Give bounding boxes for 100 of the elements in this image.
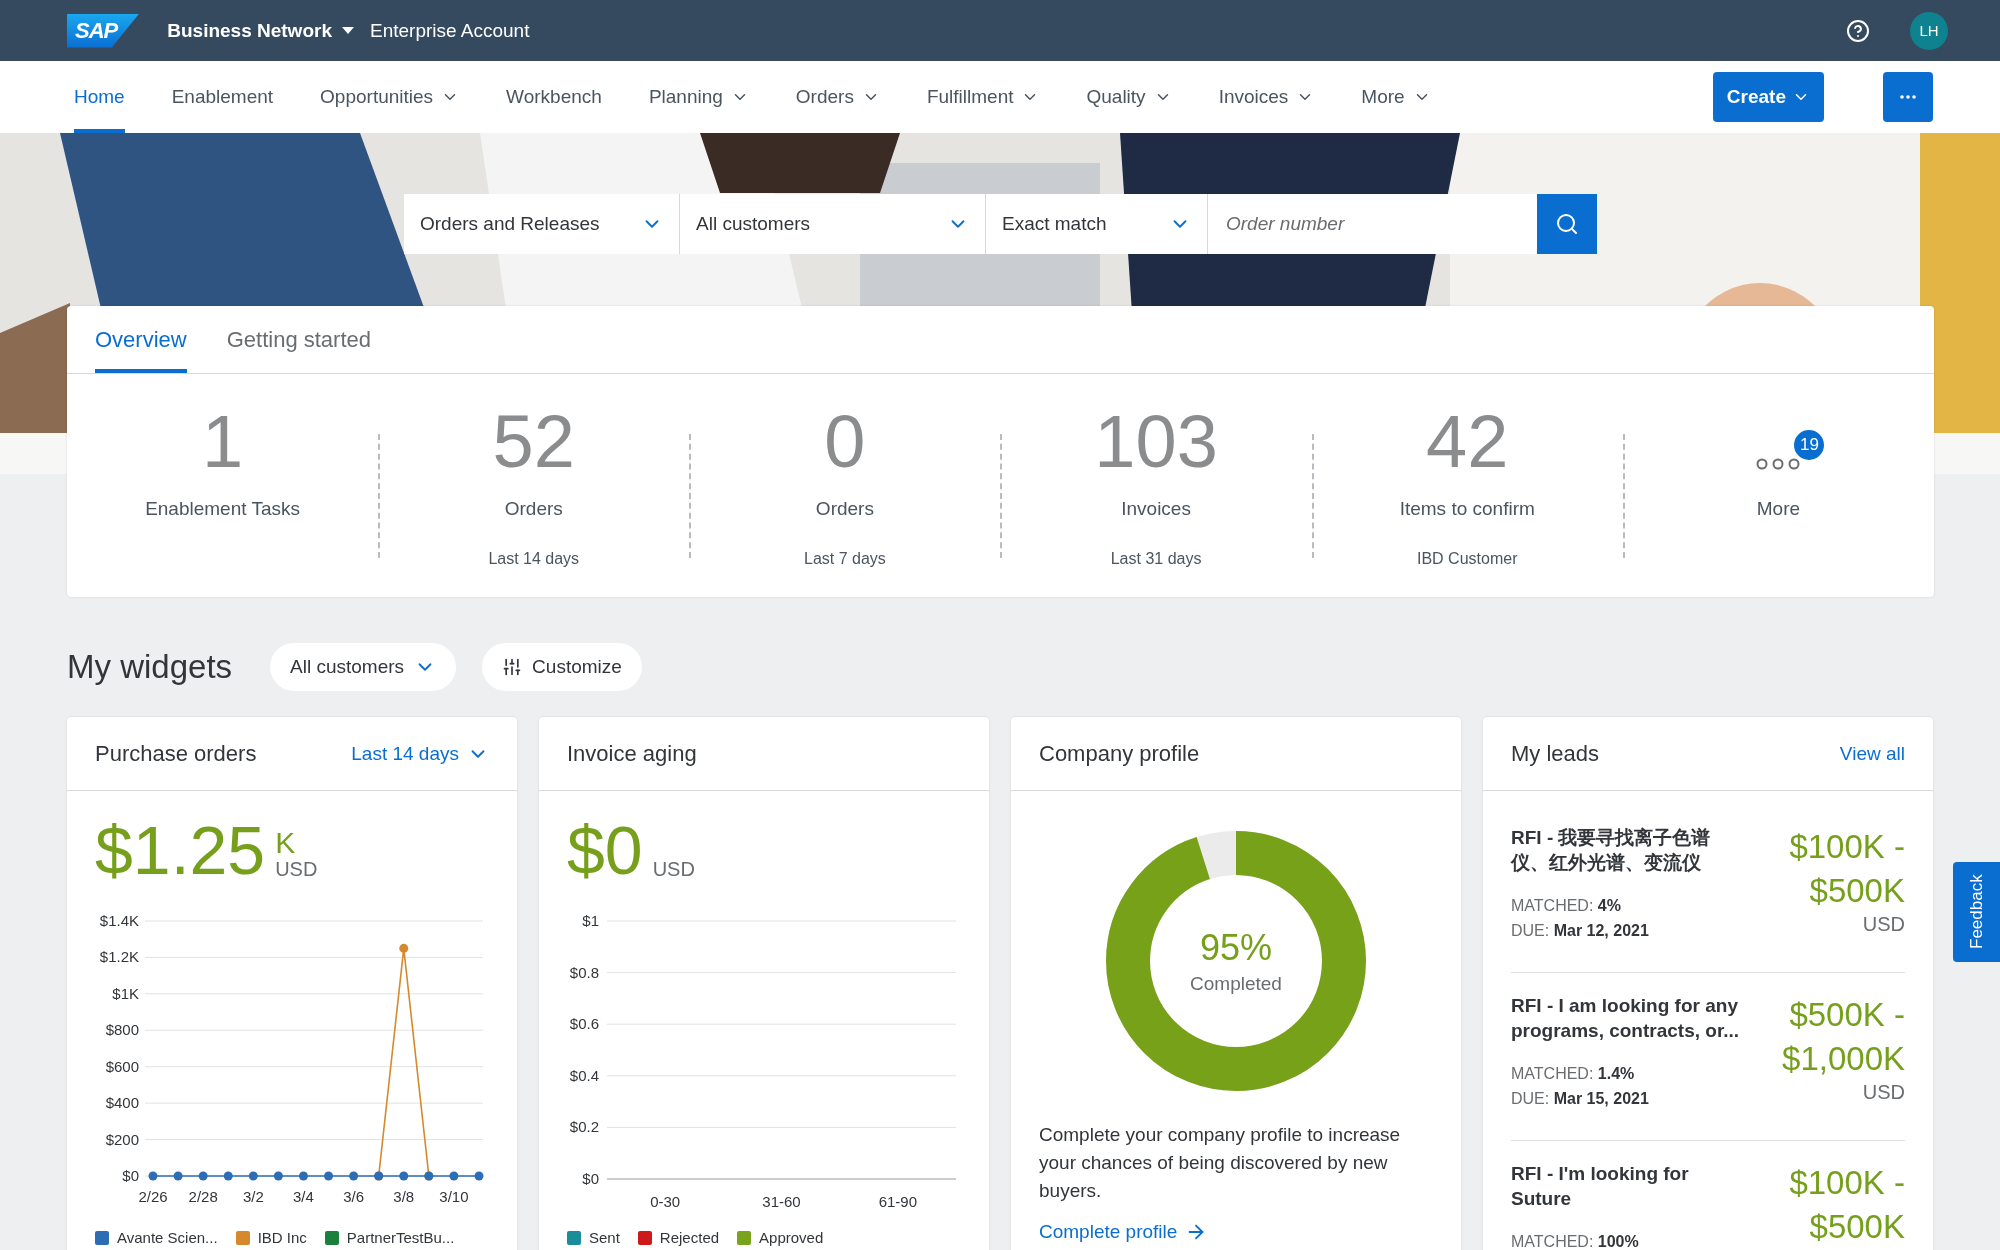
nav-tab[interactable]: Enablement [171, 61, 274, 133]
card-title: Company profile [1039, 740, 1200, 767]
customize-button[interactable]: Customize [482, 643, 642, 691]
total-amount: $1.25 [95, 815, 266, 885]
tile-label: Enablement Tasks [145, 498, 301, 520]
lead-value-range: $500K - $1,000K [1781, 995, 1905, 1079]
order-number-field[interactable]: Order number [1208, 194, 1537, 254]
data-point [173, 1171, 183, 1181]
lead-matched: MATCHED: 1.4% [1511, 1064, 1636, 1084]
search-icon [1555, 212, 1579, 236]
axis-label: $1.4K [99, 912, 139, 929]
completion-label: Completed [1190, 973, 1282, 995]
axis-label: $0.6 [569, 1015, 599, 1033]
lead-value-range: $100K - $500K [1788, 827, 1905, 911]
nav-tab[interactable]: More [1361, 61, 1431, 133]
search-button[interactable] [1537, 194, 1597, 254]
axis-label: $400 [105, 1094, 139, 1112]
user-avatar[interactable]: LH [1910, 11, 1948, 50]
axis-label: $0 [582, 1170, 599, 1187]
create-button[interactable]: Create [1712, 72, 1824, 122]
data-point [198, 1171, 208, 1181]
tile-label: Items to confirm [1399, 498, 1535, 520]
axis-label: 31-60 [762, 1193, 801, 1210]
period-dropdown[interactable]: Last 14 days [351, 742, 489, 765]
view-all-link[interactable]: View all [1839, 742, 1905, 765]
data-point [449, 1171, 459, 1181]
overview-tab[interactable]: Getting started [226, 306, 371, 373]
lead-title[interactable]: RFI - I am looking for any programs, contracts, or... [1511, 993, 1746, 1043]
feedback-tab[interactable]: Feedback [1953, 862, 2000, 962]
currency: USD [652, 858, 695, 881]
axis-label: 3/10 [439, 1188, 469, 1205]
tile-label: Invoices [1121, 498, 1191, 520]
profile-description: Complete your company profile to increase your chances of being discovered by new buyers. [1039, 1123, 1402, 1203]
axis-label: 61-90 [878, 1193, 917, 1210]
axis-label: 3/2 [242, 1188, 264, 1205]
data-point [148, 1171, 158, 1181]
complete-profile-link[interactable]: Complete profile [1039, 1221, 1433, 1243]
card-title: My leads [1511, 740, 1600, 767]
axis-label: $0 [122, 1167, 139, 1184]
data-point [399, 1171, 409, 1181]
scope-dropdown[interactable]: Orders and Releases [404, 194, 680, 254]
axis-label: $600 [105, 1057, 139, 1075]
data-point [324, 1171, 334, 1181]
legend-item: Avante Scien... [95, 1229, 218, 1246]
lead-value-range: $100K - $500K [1788, 1163, 1905, 1247]
legend-item: Approved [737, 1229, 824, 1246]
completion-percent: 95% [1199, 927, 1273, 969]
lead-due: DUE: Mar 15, 2021 [1511, 1089, 1650, 1109]
more-dots-icon[interactable] [1756, 458, 1801, 470]
lead-due: DUE: Mar 12, 2021 [1511, 921, 1650, 941]
currency: USD [275, 858, 318, 881]
axis-label: $0.2 [569, 1118, 599, 1136]
tile-label: More [1756, 498, 1801, 520]
nav-tab[interactable]: Planning [648, 61, 749, 133]
match-dropdown[interactable]: Exact match [986, 194, 1208, 254]
nav-tab[interactable]: Orders [795, 61, 880, 133]
account-name: Enterprise Account [370, 19, 530, 42]
data-point [298, 1171, 308, 1181]
tile-label: Orders [815, 498, 874, 520]
currency: USD [1862, 913, 1905, 935]
data-point [349, 1171, 359, 1181]
card-title: Invoice aging [567, 740, 697, 767]
customer-dropdown[interactable]: All customers [680, 194, 986, 254]
nav-tab[interactable]: Fulfillment [926, 61, 1040, 133]
axis-label: 0-30 [650, 1193, 681, 1210]
tile-period: Last 7 days [804, 550, 886, 568]
currency: USD [1862, 1081, 1905, 1103]
tile-label: Orders [504, 498, 563, 520]
nav-tab[interactable]: Quality [1086, 61, 1172, 133]
data-point [474, 1171, 484, 1181]
lead-matched: MATCHED: 100% [1511, 1232, 1640, 1250]
customer-filter[interactable]: All customers [270, 643, 457, 691]
axis-label: 2/28 [188, 1188, 218, 1205]
axis-label: $800 [105, 1021, 139, 1039]
lead-title[interactable]: RFI - 我要寻找离子色谱仪、红外光谱、变流仪 [1511, 825, 1746, 875]
lead-matched: MATCHED: 4% [1511, 896, 1622, 916]
product-menu[interactable]: Business Network [167, 19, 354, 42]
legend-item: IBD Inc [235, 1229, 307, 1246]
count-badge: 19 [1792, 428, 1827, 462]
legend-item: PartnerTestBu... [324, 1229, 455, 1246]
ellipsis-icon [1900, 95, 1916, 99]
legend-item: Sent [567, 1229, 620, 1246]
sliders-icon [502, 657, 523, 677]
data-point [223, 1171, 233, 1181]
axis-label: $0.8 [569, 963, 599, 981]
nav-tab[interactable]: Workbench [506, 61, 602, 133]
tile-period: Last 14 days [488, 550, 580, 568]
logo[interactable]: SAP [67, 13, 140, 48]
nav-tab[interactable]: Invoices [1218, 61, 1315, 133]
axis-label: 3/8 [393, 1188, 415, 1205]
nav-tab[interactable]: Opportunities [320, 61, 460, 133]
data-point [248, 1171, 258, 1181]
card-title: Purchase orders [95, 740, 257, 767]
help-icon[interactable] [1846, 18, 1870, 43]
lead-title[interactable]: RFI - I'm looking for Suture [1511, 1161, 1746, 1211]
axis-label: 3/6 [343, 1188, 365, 1205]
caret-icon [342, 26, 354, 35]
amount-unit: K [275, 828, 297, 858]
overview-tab[interactable]: Overview [95, 306, 187, 373]
axis-label: $0.4 [569, 1066, 599, 1084]
